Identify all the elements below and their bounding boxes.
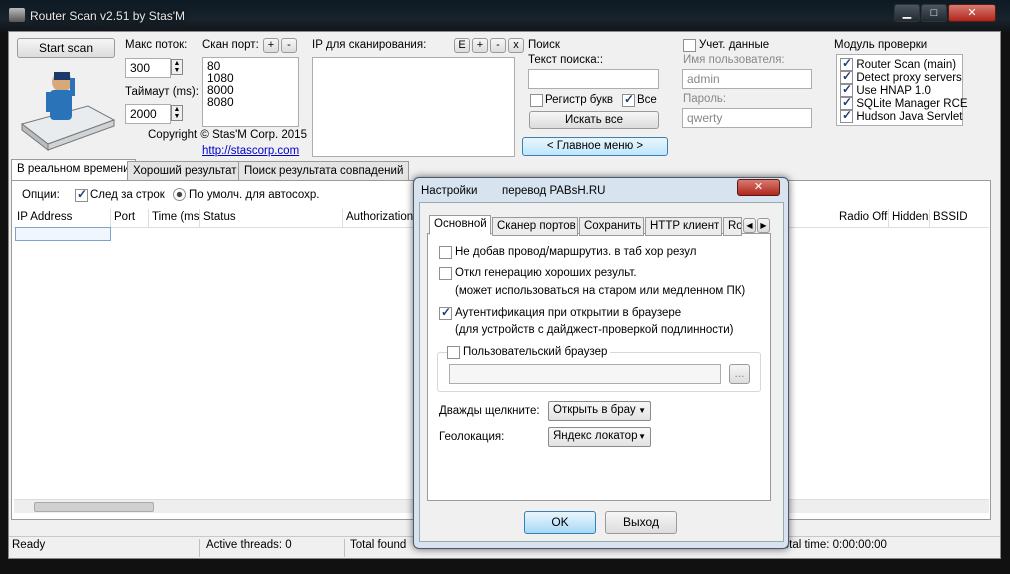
dialog-credit: перевод PABsH.RU [502,185,606,197]
copyright-text: Copyright © Stas'M Corp. 2015 [148,129,307,141]
modules-title: Модуль проверки [834,39,928,51]
module-item[interactable]: Hudson Java Servlet [840,108,962,124]
status-found: Total found [350,539,407,551]
dialog-tab-save[interactable]: Сохранить [579,217,644,236]
all-checkbox[interactable] [622,92,635,108]
password-label: Пароль: [683,93,727,105]
start-scan-button[interactable]: Start scan [17,38,115,58]
dialog-title: Настройки [421,185,478,197]
maximize-button[interactable]: □ [921,4,947,22]
dialog-tab-more[interactable]: Ro [723,217,742,236]
status-separator [199,539,200,557]
ip-range-label: IP для сканирования: [312,39,427,51]
status-time: Total time: 0:00:00:00 [777,539,887,551]
custom-browser-checkbox[interactable] [447,345,463,360]
column-ip-address[interactable]: IP Address [14,209,111,227]
find-all-button[interactable]: Искать все [529,111,659,129]
column-authorization[interactable]: Authorization [343,209,423,227]
table-row[interactable] [15,227,111,241]
exit-button[interactable]: Выход [605,511,677,534]
option-disable-good-results: Откл генерацию хороших результ. [455,267,637,279]
case-label: Регистр букв [545,94,614,106]
option-browser-auth: Аутентификация при открытии в браузере [455,307,682,319]
dialog-tab-main[interactable]: Основной [429,215,491,235]
option-note: (может использоваться на старом или медл… [455,285,746,297]
router-logo-image [18,62,116,152]
app-icon [9,8,25,22]
follow-label: След за строк [90,189,165,201]
tab-good-results[interactable]: Хороший результат [127,161,243,181]
column-time[interactable]: Time (ms) [149,209,200,227]
clear-ip-button[interactable]: x [508,38,524,53]
password-input[interactable]: qwerty [682,108,812,128]
search-text-label: Текст поиска:: [528,54,604,66]
timeout-label: Таймаут (ms): [125,86,199,98]
minimize-button[interactable]: ▁ [894,4,920,22]
search-input[interactable] [528,69,659,89]
custom-browser-path-input[interactable] [449,364,721,384]
ok-button[interactable]: OK [524,511,596,534]
all-label: Все [637,94,657,106]
window-title: Router Scan v2.51 by Stas'M [30,9,186,23]
website-link[interactable]: http://stascorp.com [202,145,299,157]
case-checkbox[interactable] [530,93,543,108]
title-bar: Router Scan v2.51 by Stas'M ▁ □ ✕ [0,0,1010,32]
username-input[interactable]: admin [682,69,812,89]
max-threads-spinner[interactable]: ▲ ▼ [171,59,183,75]
double-click-label: Дважды щелкните: [439,405,540,417]
double-click-select[interactable]: Открыть в брау [548,401,651,421]
default-label: По умолч. для автосохр. [189,189,320,201]
tab-realtime[interactable]: В реальном времени [11,159,136,181]
status-separator [344,539,345,557]
status-ready: Ready [12,539,46,551]
add-ip-button[interactable]: + [472,38,488,53]
dialog-tab-http-client[interactable]: HTTP клиент [645,217,722,236]
options-label: Опции: [22,189,60,201]
status-threads: Active threads: 0 [206,539,292,551]
option-no-wired: Не добав провод/маршрутиз. в таб хор рез… [455,246,697,258]
option-checkbox[interactable] [439,245,452,260]
ports-list[interactable]: 80 1080 8000 8080 [202,57,299,127]
custom-browser-label: Пользовательский браузер [463,346,611,358]
max-threads-label: Макс поток: [125,39,188,51]
column-status[interactable]: Status [200,209,343,227]
column-bssid[interactable]: BSSID [930,209,985,227]
max-threads-input[interactable]: 300 [125,58,171,78]
account-title: Учет. данные [699,39,770,51]
option-note: (для устройств с дайджест-проверкой подл… [455,324,734,336]
tab-scroll-right-button[interactable]: ▶ [757,218,770,233]
column-port[interactable]: Port [111,209,149,227]
scan-ports-label: Скан порт: [202,39,259,51]
username-label: Имя пользователя: [683,54,785,66]
follow-checkbox[interactable] [75,187,88,203]
add-port-button[interactable]: + [263,38,279,53]
remove-port-button[interactable]: - [281,38,297,53]
tab-search-results[interactable]: Поиск результата совпадений [238,161,410,181]
column-radio-off[interactable]: Radio Off [836,209,889,227]
column-hidden[interactable]: Hidden [889,209,930,227]
option-checkbox[interactable] [439,305,452,321]
port-item[interactable]: 8080 [207,96,294,108]
account-checkbox[interactable] [683,38,696,53]
main-menu-button[interactable]: < Главное меню > [522,137,668,156]
default-radio[interactable] [173,188,186,201]
option-checkbox[interactable] [439,266,452,281]
remove-ip-button[interactable]: - [490,38,506,53]
timeout-spinner[interactable]: ▲ ▼ [171,105,183,121]
tab-scroll-left-button[interactable]: ◀ [743,218,756,233]
close-button[interactable]: ✕ [948,4,996,22]
dialog-tab-port-scanner[interactable]: Сканер портов [492,217,578,236]
dialog-close-button[interactable]: ✕ [737,179,780,196]
timeout-input[interactable]: 2000 [125,104,171,124]
geolocation-select[interactable]: Яндекс локатор [548,427,651,447]
browse-button[interactable]: ... [729,364,750,384]
search-title: Поиск [528,39,560,51]
geolocation-label: Геолокация: [439,431,505,443]
edit-ip-button[interactable]: E [454,38,470,53]
ip-range-list[interactable] [312,57,515,157]
